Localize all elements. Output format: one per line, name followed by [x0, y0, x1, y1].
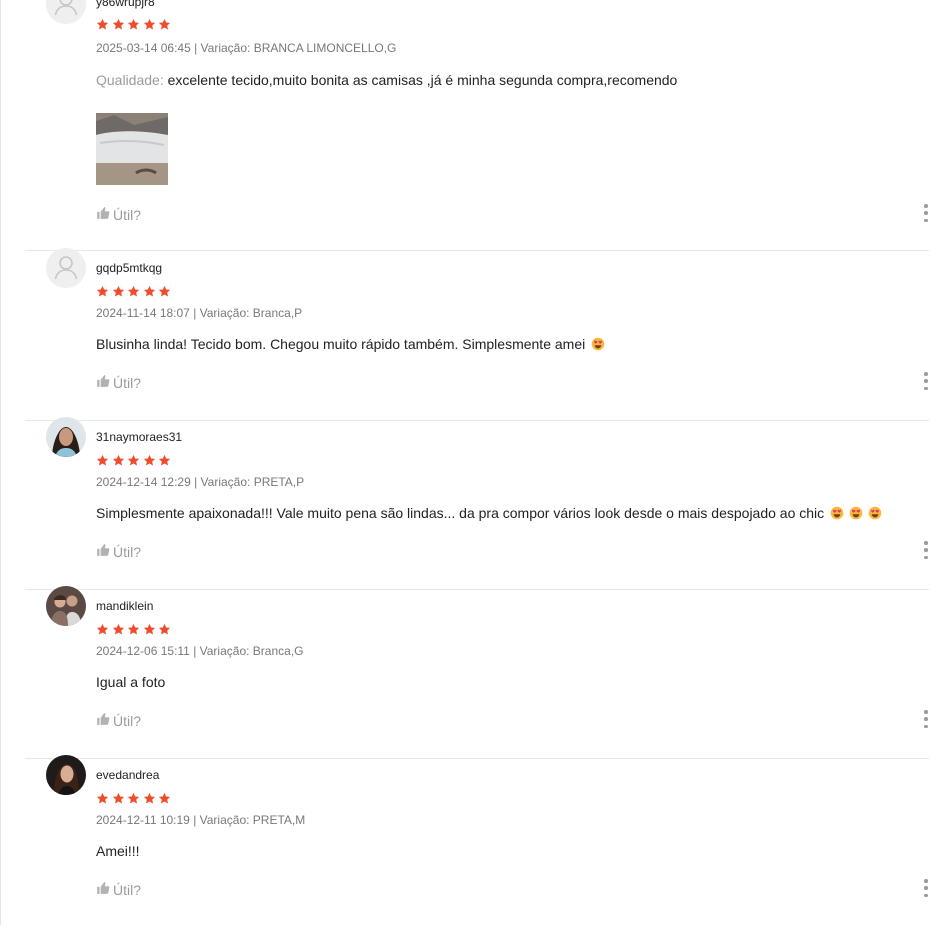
rating-stars [96, 285, 171, 299]
more-options-icon[interactable] [923, 710, 929, 728]
review-variation: Branca,P [252, 306, 303, 320]
helpful-label: Útil? [113, 712, 142, 729]
star-icon [96, 623, 109, 636]
star-icon [96, 454, 109, 467]
review-meta: 2025-03-14 06:45 | Variação: BRANCA LIMO… [96, 41, 397, 55]
review-date: 2024-12-06 15:11 [96, 644, 190, 658]
more-options-icon[interactable] [923, 372, 929, 390]
review-variation: PRETA,P [253, 475, 305, 489]
user-avatar[interactable] [46, 248, 86, 288]
star-icon [143, 623, 156, 636]
heart-eyes-emoji-icon [868, 506, 882, 520]
thumbs-up-icon [96, 206, 110, 223]
helpful-button[interactable]: Útil? [96, 881, 141, 898]
review-item: 31naymoraes31 2024-12-14 12:29 | Variaçã… [25, 417, 929, 590]
star-icon [127, 18, 140, 31]
helpful-button[interactable]: Útil? [96, 712, 141, 729]
review-item: evedandrea 2024-12-11 10:19 | Variação: … [25, 755, 929, 928]
page-left-border [0, 0, 1, 925]
star-icon [127, 454, 140, 467]
review-meta: 2024-12-06 15:11 | Variação: Branca,G [96, 644, 304, 658]
star-icon [112, 792, 125, 805]
star-icon [112, 623, 125, 636]
helpful-label: Útil? [113, 543, 142, 560]
review-meta: 2024-11-14 18:07 | Variação: Branca,P [96, 306, 303, 320]
star-icon [127, 285, 140, 298]
thumbs-up-icon [96, 712, 110, 729]
review-variation: PRETA,M [252, 813, 306, 827]
user-avatar[interactable] [46, 0, 86, 24]
review-meta: 2024-12-11 10:19 | Variação: PRETA,M [96, 813, 306, 827]
review-text-content: Simplesmente apaixonada!!! Vale muito pe… [96, 505, 825, 521]
review-text: Simplesmente apaixonada!!! Vale muito pe… [96, 505, 882, 521]
star-icon [96, 18, 109, 31]
star-icon [143, 454, 156, 467]
review-text-label: Qualidade: [96, 72, 164, 88]
thumbs-up-icon [96, 374, 110, 391]
star-icon [158, 623, 171, 636]
review-text-content: Amei!!! [96, 843, 140, 859]
heart-eyes-emoji-icon [591, 337, 605, 351]
star-icon [112, 18, 125, 31]
star-icon [112, 285, 125, 298]
review-text-content: Blusinha linda! Tecido bom. Chegou muito… [96, 336, 586, 352]
star-icon [127, 792, 140, 805]
heart-eyes-emoji-icon [830, 506, 844, 520]
helpful-button[interactable]: Útil? [96, 543, 141, 560]
review-date: 2024-12-11 10:19 [96, 813, 190, 827]
star-icon [96, 792, 109, 805]
star-icon [96, 285, 109, 298]
star-icon [158, 792, 171, 805]
review-item: y86wrupjr8 2025-03-14 06:45 | Variação: … [25, 0, 929, 251]
review-date: 2024-12-14 12:29 [96, 475, 191, 489]
review-text: Qualidade: excelente tecido,muito bonita… [96, 72, 677, 88]
star-icon [127, 623, 140, 636]
more-options-icon[interactable] [923, 541, 929, 559]
review-username[interactable]: 31naymoraes31 [96, 430, 182, 444]
review-meta: 2024-12-14 12:29 | Variação: PRETA,P [96, 475, 305, 489]
review-item: mandiklein 2024-12-06 15:11 | Variação: … [25, 586, 929, 759]
review-item: gqdp5mtkqg 2024-11-14 18:07 | Variação: … [25, 248, 929, 421]
helpful-button[interactable]: Útil? [96, 374, 141, 391]
review-username[interactable]: mandiklein [96, 599, 153, 613]
helpful-label: Útil? [113, 374, 142, 391]
star-icon [143, 792, 156, 805]
review-variation: BRANCA LIMONCELLO,G [253, 41, 397, 55]
user-avatar[interactable] [46, 586, 86, 626]
review-text: Amei!!! [96, 843, 140, 859]
star-icon [143, 285, 156, 298]
rating-stars [96, 454, 171, 468]
review-username[interactable]: gqdp5mtkqg [96, 261, 162, 275]
user-avatar[interactable] [46, 417, 86, 457]
star-icon [112, 454, 125, 467]
review-text: Blusinha linda! Tecido bom. Chegou muito… [96, 336, 605, 352]
more-options-icon[interactable] [923, 204, 929, 222]
heart-eyes-emoji-icon [849, 506, 863, 520]
star-icon [158, 285, 171, 298]
helpful-label: Útil? [113, 206, 142, 223]
review-text: Igual a foto [96, 674, 165, 690]
rating-stars [96, 623, 171, 637]
review-date: 2024-11-14 18:07 [96, 306, 190, 320]
thumbs-up-icon [96, 881, 110, 898]
review-photo[interactable] [96, 113, 168, 185]
review-variation: Branca,G [252, 644, 304, 658]
review-text-content: Igual a foto [96, 674, 166, 690]
thumbs-up-icon [96, 543, 110, 560]
more-options-icon[interactable] [923, 879, 929, 897]
user-avatar[interactable] [46, 755, 86, 795]
helpful-label: Útil? [113, 881, 142, 898]
star-icon [143, 18, 156, 31]
review-username[interactable]: y86wrupjr8 [96, 0, 155, 9]
star-icon [158, 18, 171, 31]
review-username[interactable]: evedandrea [96, 768, 159, 782]
rating-stars [96, 792, 171, 806]
helpful-button[interactable]: Útil? [96, 206, 141, 223]
review-date: 2025-03-14 06:45 [96, 41, 191, 55]
star-icon [158, 454, 171, 467]
review-text-content: excelente tecido,muito bonita as camisas… [167, 72, 678, 88]
rating-stars [96, 18, 171, 32]
